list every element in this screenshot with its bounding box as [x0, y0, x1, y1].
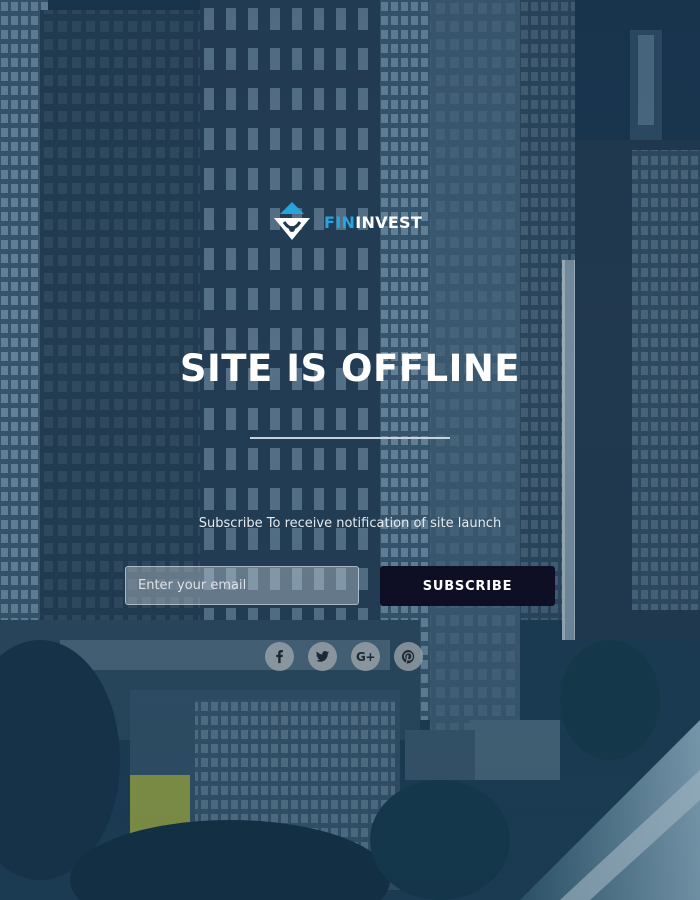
subscribe-description: Subscribe To receive notification of sit…	[198, 516, 502, 531]
twitter-link[interactable]	[308, 642, 337, 671]
email-input[interactable]	[125, 566, 359, 605]
title-divider	[250, 437, 450, 439]
brand-name-suffix: INVEST	[355, 212, 423, 232]
pinterest-icon	[401, 649, 415, 664]
facebook-icon	[276, 649, 283, 664]
brand-name-prefix: FIN	[324, 212, 356, 232]
brand-name: FININVEST	[324, 213, 422, 232]
google-plus-icon: G+	[356, 649, 375, 664]
brand-logo[interactable]: FININVEST	[270, 199, 440, 245]
offline-page: FININVEST SITE IS OFFLINE Subscribe To r…	[0, 0, 700, 900]
diamond-logo-icon	[274, 202, 310, 240]
facebook-link[interactable]	[265, 642, 294, 671]
pinterest-link[interactable]	[394, 642, 423, 671]
twitter-icon	[315, 651, 330, 662]
social-links: G+	[265, 642, 423, 671]
google-plus-link[interactable]: G+	[351, 642, 380, 671]
subscribe-button[interactable]: SUBSCRIBE	[380, 566, 555, 606]
page-title: SITE IS OFFLINE	[179, 347, 521, 390]
